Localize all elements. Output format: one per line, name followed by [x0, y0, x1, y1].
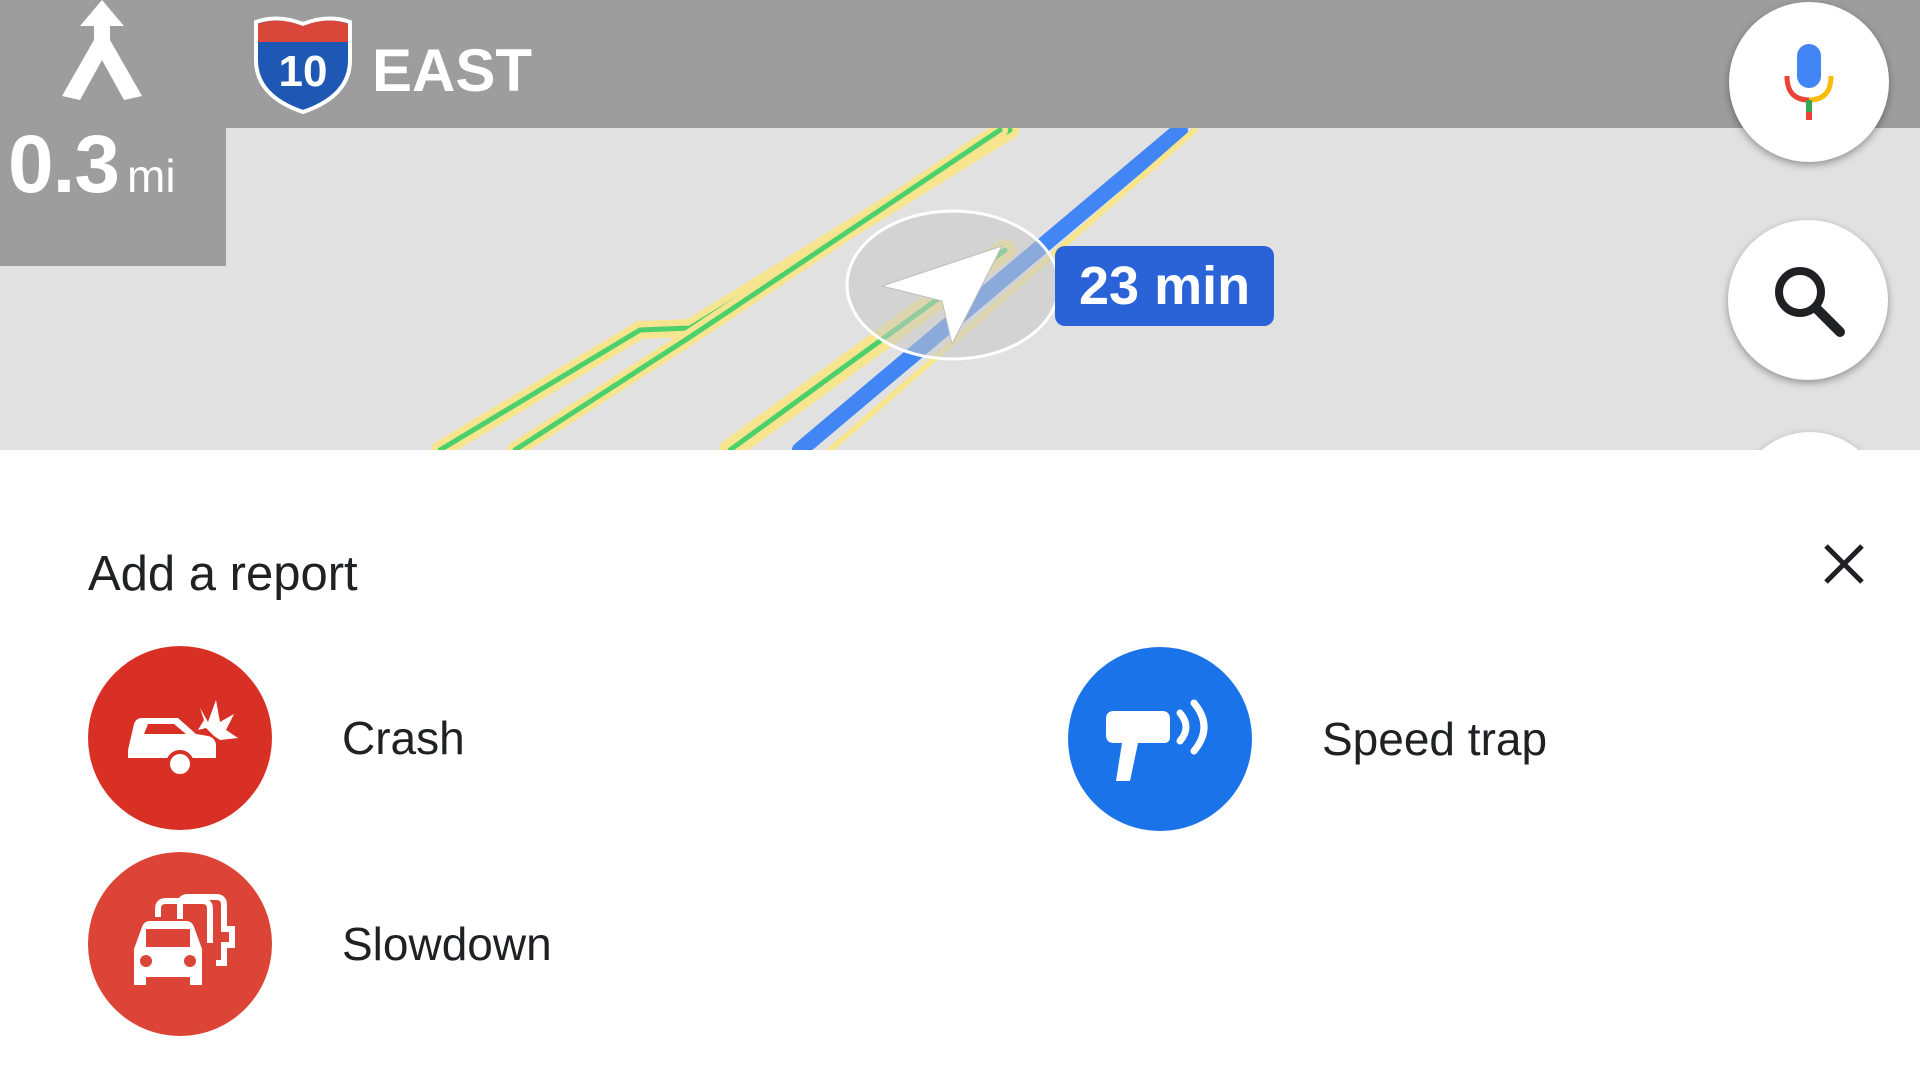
report-speed-trap-button[interactable]: Speed trap: [1068, 647, 1547, 831]
close-button[interactable]: [1812, 532, 1876, 596]
distance-value: 0.3: [8, 119, 120, 210]
search-button[interactable]: [1728, 220, 1888, 380]
speed-trap-circle: [1068, 647, 1252, 831]
crash-circle: [88, 646, 272, 830]
fork-left-arrow-icon: [62, 0, 142, 100]
current-location-arrow-icon: [845, 209, 1061, 361]
add-report-sheet: Add a report Crash Slowdown Speed trap: [0, 450, 1920, 1080]
speed-trap-icon: [1106, 699, 1208, 781]
crash-icon: [128, 700, 238, 778]
interstate-shield-icon: 10: [254, 16, 352, 114]
maneuver-distance: 0.3 mi: [8, 118, 176, 212]
slowdown-icon: [134, 894, 235, 985]
shield-number: 10: [279, 47, 328, 96]
crash-label: Crash: [342, 712, 465, 764]
microphone-icon: [1784, 44, 1834, 120]
close-icon: [1824, 544, 1864, 584]
speed-trap-label: Speed trap: [1322, 713, 1548, 765]
report-slowdown-button[interactable]: Slowdown: [88, 852, 552, 1036]
sheet-title: Add a report: [88, 547, 358, 601]
distance-unit: mi: [127, 150, 176, 202]
route-direction: EAST: [372, 37, 533, 104]
maneuver-panel[interactable]: 0.3 mi: [0, 0, 226, 266]
voice-search-button[interactable]: [1729, 2, 1889, 162]
search-icon: [1775, 267, 1845, 337]
eta-badge[interactable]: 23 min: [1055, 246, 1275, 326]
navigation-header: 10 EAST: [0, 0, 1920, 128]
report-crash-button[interactable]: Crash: [88, 646, 465, 830]
slowdown-circle: [88, 852, 272, 1036]
slowdown-label: Slowdown: [342, 918, 552, 970]
